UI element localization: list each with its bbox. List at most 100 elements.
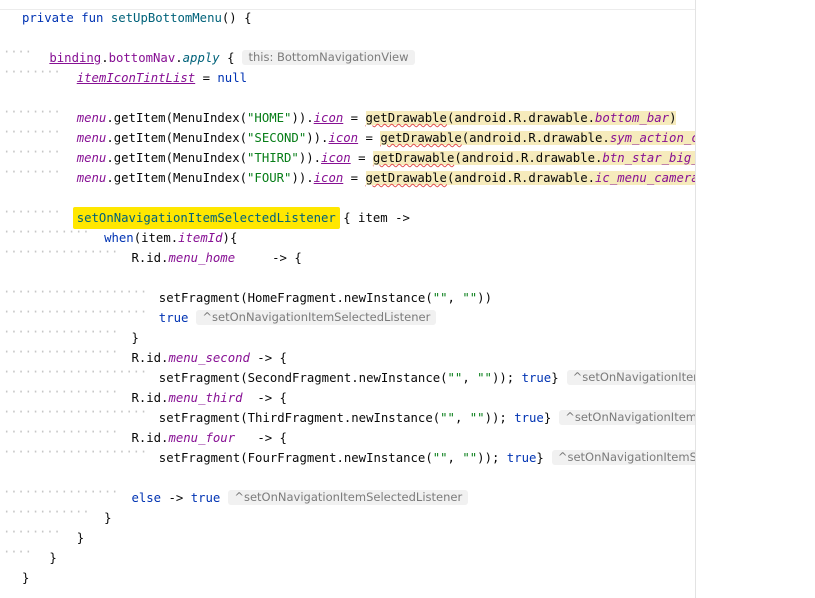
inlay-hint: ^setOnNavigationItemSelectedListener [559, 410, 695, 425]
code-line[interactable]: ········ menu.getItem(MenuIndex("FOUR")).… [0, 162, 695, 185]
code-token: "" [447, 371, 463, 385]
code-token: "" [469, 411, 485, 425]
indent-guide: ················ [3, 385, 119, 399]
indent-guide: ················ [3, 245, 119, 259]
code-line[interactable]: ················ else -> true ^setOnNaviga… [0, 482, 469, 505]
inlay-hint: ^setOnNavigationItemSelectedListener [196, 310, 437, 325]
indent-guide: ············ [3, 505, 90, 519]
code-line[interactable] [0, 462, 22, 482]
inlay-hint: ^setOnNavigationItemSelectedListener [228, 490, 469, 505]
code-line[interactable]: ············} [0, 502, 112, 525]
indent-guide: ···················· [3, 365, 148, 379]
inlay-hint: this: BottomNavigationView [242, 50, 415, 65]
code-token: "" [462, 291, 478, 305]
code-line[interactable]: ········ setOnNavigationItemSelectedListe… [0, 202, 410, 229]
code-line[interactable] [0, 262, 22, 282]
indent-guide: ···················· [3, 305, 148, 319]
code-token: .getItem(MenuIndex( [106, 171, 248, 185]
indent-guide: ········ [3, 65, 61, 79]
code-token: true [158, 311, 189, 325]
code-line[interactable]: ········ menu.getItem(MenuIndex("THIRD"))… [0, 142, 695, 165]
code-line[interactable]: ················ R.id.menu_four -> { [0, 422, 287, 445]
indent-guide [0, 182, 22, 202]
indent-guide: ············ [3, 225, 90, 239]
code-token: menu [76, 171, 107, 185]
code-token: true [506, 451, 537, 465]
code-token: null [217, 71, 248, 85]
indent-guide: ···················· [3, 285, 148, 299]
code-token: "FOUR" [247, 171, 292, 185]
code-token: true [190, 491, 221, 505]
code-token: R.id. [131, 251, 169, 265]
code-line[interactable]: ········ itemIconTintList = null [0, 62, 248, 85]
indent-guide: ···················· [3, 445, 148, 459]
code-line[interactable]: ···················· setFragment(FourFrag… [0, 442, 695, 465]
code-token: -> [161, 491, 191, 505]
indent-guide: ········ [3, 525, 61, 539]
code-editor[interactable]: private fun setUpBottomMenu() { ···· bindi… [0, 0, 696, 598]
code-token: () { [221, 11, 252, 25]
code-line[interactable] [0, 182, 22, 202]
code-line[interactable]: ····} [0, 542, 57, 565]
code-token: )); [484, 411, 515, 425]
code-token: } [22, 571, 30, 585]
code-token: else [131, 491, 162, 505]
indent-guide: ········ [3, 105, 61, 119]
indent-guide [0, 262, 22, 282]
code-token: "" [432, 451, 448, 465]
indent-guide: ········ [3, 165, 61, 179]
code-token: } [551, 371, 559, 385]
code-token: , [462, 371, 478, 385]
code-line[interactable]: ···················· setFragment(SecondFr… [0, 362, 695, 385]
code-line[interactable]: ···················· setFragment(HomeFrag… [0, 282, 492, 305]
code-token: itemIconTintList [76, 71, 196, 85]
code-line[interactable]: ···· binding.bottomNav.apply {this: Botto… [0, 42, 415, 65]
code-token: = [343, 171, 366, 185]
indent-guide: ················ [3, 325, 119, 339]
indent-guide: ················ [3, 485, 119, 499]
code-line[interactable] [0, 22, 22, 42]
code-line[interactable]: } [0, 562, 30, 585]
code-token: true [521, 371, 552, 385]
code-token: )); [491, 371, 522, 385]
code-token: } [536, 451, 544, 465]
code-line[interactable]: ················ R.id.menu_third -> { [0, 382, 287, 405]
indent-guide: ················ [3, 425, 119, 439]
indent-guide [0, 82, 22, 102]
code-token: setUpBottomMenu [110, 11, 222, 25]
indent-guide: ···· [3, 545, 32, 559]
code-line[interactable]: ········} [0, 522, 85, 545]
code-line[interactable]: ···················· true ^setOnNavigation… [0, 302, 437, 325]
indent-guide [0, 562, 22, 582]
code-line[interactable] [0, 82, 22, 102]
code-token: = [195, 71, 218, 85]
code-token: } [104, 511, 112, 525]
code-token: true [514, 411, 544, 425]
code-token: (android.R.drawable. [446, 171, 596, 185]
code-token: -> { [235, 251, 302, 265]
indent-guide: ········ [3, 205, 61, 219]
code-line[interactable]: ········ menu.getItem(MenuIndex("HOME")).… [0, 102, 677, 125]
code-token: { item -> [335, 211, 410, 225]
code-line[interactable]: ···················· setFragment(ThirdFra… [0, 402, 695, 425]
code-token: icon [313, 171, 344, 185]
code-line[interactable]: private fun setUpBottomMenu() { [0, 2, 252, 25]
code-token: )); [477, 451, 507, 465]
code-line[interactable]: ················ R.id.menu_home -> { [0, 242, 302, 265]
code-token: } [49, 551, 57, 565]
code-line[interactable]: ················} [0, 322, 139, 345]
code-token: , [447, 291, 463, 305]
code-line[interactable]: ················ R.id.menu_second -> { [0, 342, 287, 365]
code-token: menu_home [168, 251, 236, 265]
code-token: "" [462, 451, 478, 465]
code-token: } [543, 411, 552, 425]
code-token: setFragment(FourFragment.newInstance( [158, 451, 433, 465]
code-token: , [454, 411, 470, 425]
indent-guide: ········ [3, 125, 61, 139]
empty-area [696, 0, 815, 598]
code-token: } [76, 531, 85, 545]
code-line[interactable]: ········ menu.getItem(MenuIndex("SECOND")… [0, 122, 695, 145]
code-line[interactable]: ············ when(item.itemId){ [0, 222, 237, 245]
code-token: getDrawable [365, 171, 447, 185]
indent-guide [0, 22, 22, 42]
